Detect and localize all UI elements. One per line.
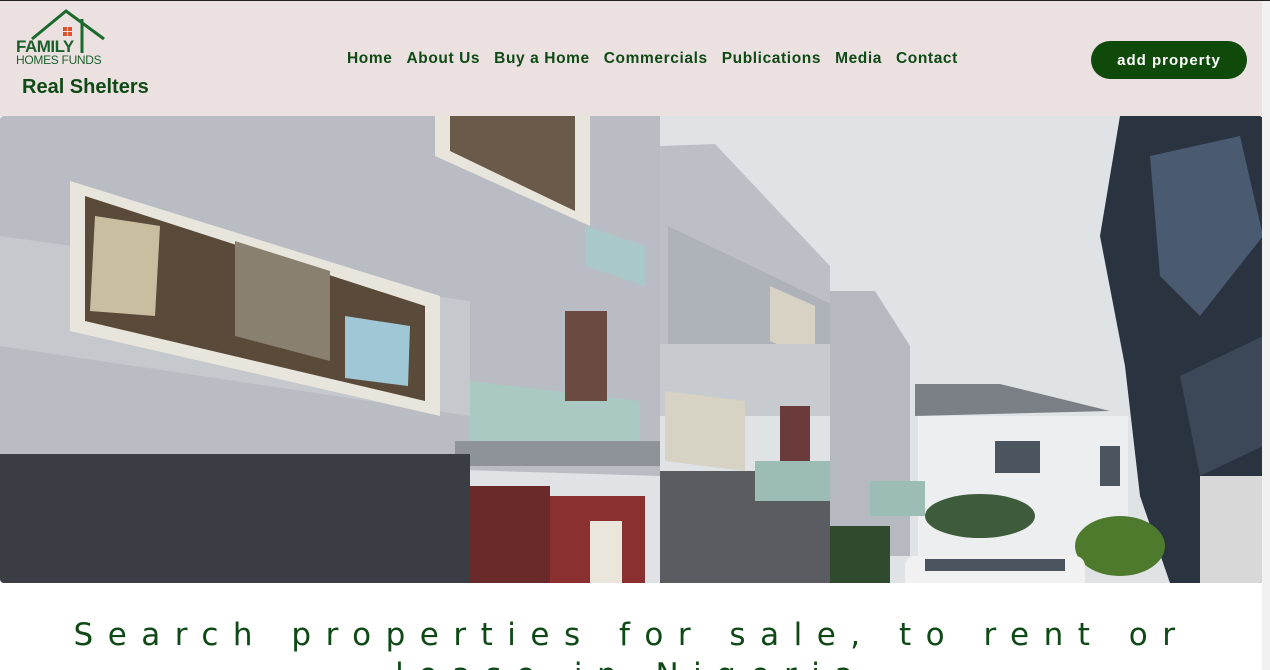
logo-text-homes-funds: HOMES FUNDS [16,53,102,67]
site-title[interactable]: Real Shelters [22,76,149,98]
site-header: FAMILY HOMES FUNDS Real Shelters Home Ab… [0,1,1263,116]
hero-headline: Search properties for sale, to rent or l… [73,617,1190,670]
add-property-button[interactable]: add property [1091,41,1247,79]
hero-image [0,116,1263,583]
nav-commercials[interactable]: Commercials [604,50,708,68]
nav-buy-a-home[interactable]: Buy a Home [494,50,590,68]
nav-about-us[interactable]: About Us [406,50,480,68]
nav-contact[interactable]: Contact [896,50,958,68]
nav-media[interactable]: Media [835,50,882,68]
nav-home[interactable]: Home [347,50,392,68]
page-scrollbar[interactable] [1262,1,1270,670]
residential-townhouses-photo [0,116,1263,583]
main-navigation: Home About Us Buy a Home Commercials Pub… [340,48,965,70]
nav-publications[interactable]: Publications [722,50,821,68]
